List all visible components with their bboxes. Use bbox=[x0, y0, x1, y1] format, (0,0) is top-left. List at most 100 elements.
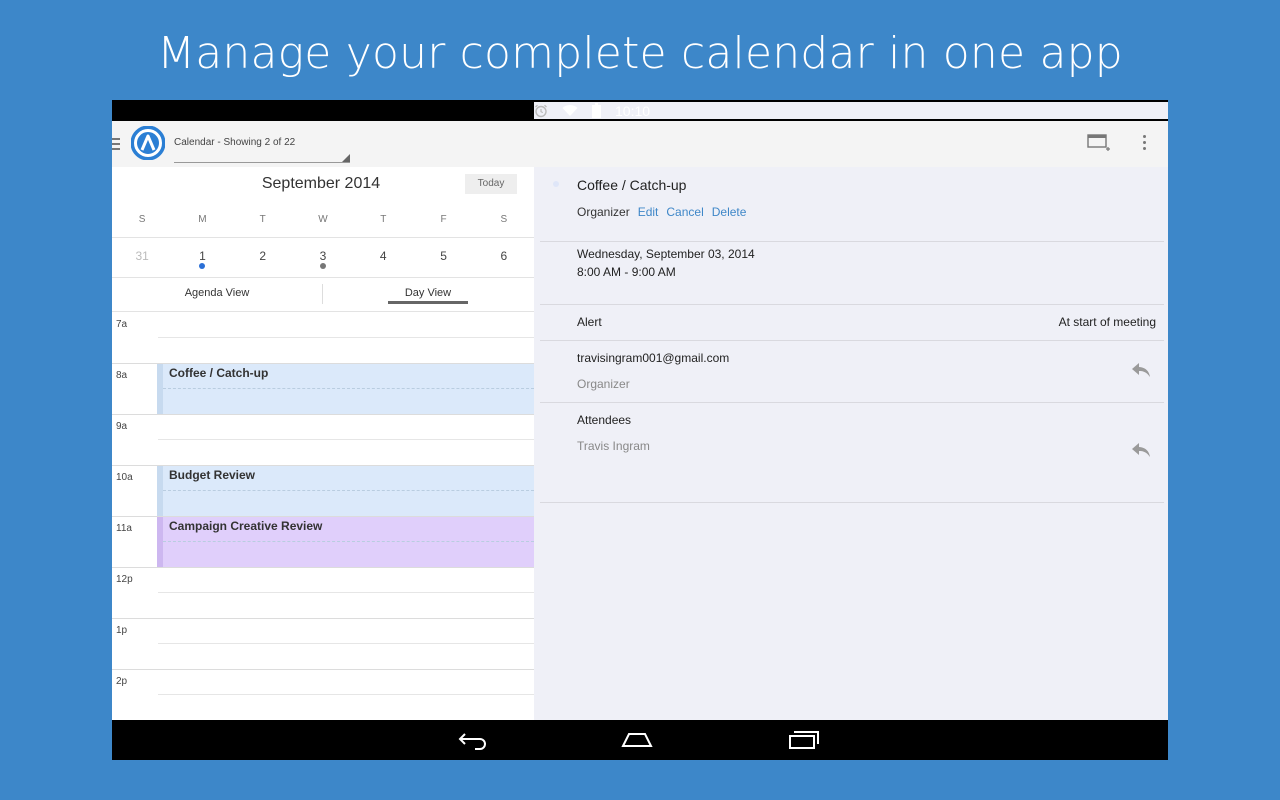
divider bbox=[540, 340, 1164, 341]
cancel-button[interactable]: Cancel bbox=[666, 205, 703, 219]
event-block-title: Budget Review bbox=[169, 468, 256, 482]
headline: Manage your complete calendar in one app bbox=[157, 28, 1123, 79]
app-bar: Calendar - Showing 2 of 22 bbox=[112, 121, 1168, 167]
hour-row[interactable]: 1p bbox=[112, 619, 534, 670]
overflow-menu-icon[interactable] bbox=[1143, 135, 1147, 153]
weekday-label: T bbox=[259, 214, 266, 225]
delete-button[interactable]: Delete bbox=[712, 205, 747, 219]
status-time: 10:10 bbox=[615, 102, 651, 119]
alert-label: Alert bbox=[577, 315, 602, 329]
weekday-label: W bbox=[318, 214, 328, 225]
divider bbox=[540, 502, 1164, 503]
week-days-row: 31 1 2 3 4 5 6 bbox=[112, 238, 534, 278]
hour-label: 10a bbox=[116, 472, 133, 483]
hour-row[interactable]: 2p bbox=[112, 670, 534, 720]
hour-row[interactable]: 9a bbox=[112, 415, 534, 466]
alert-value[interactable]: At start of meeting bbox=[1059, 315, 1156, 329]
event-actions: Organizer Edit Cancel Delete bbox=[577, 205, 746, 219]
day-number: 5 bbox=[440, 249, 447, 263]
event-indicator-dot bbox=[319, 263, 326, 269]
weekday-label: T bbox=[380, 214, 387, 225]
calendar-pane: September 2014 Today S M T W T F S 31 1 2 3… bbox=[112, 167, 534, 720]
day-cell[interactable]: 2 bbox=[233, 249, 293, 277]
event-block[interactable]: Campaign Creative Review bbox=[157, 517, 534, 567]
hour-label: 7a bbox=[116, 319, 128, 330]
day-cell[interactable]: 6 bbox=[474, 249, 534, 277]
day-timeline[interactable]: 7a 8a Coffee / Catch-up 9a 10a Budget Review 1… bbox=[112, 313, 534, 720]
day-number: 2 bbox=[259, 249, 267, 263]
organizer-email: travisingram001@gmail.com bbox=[577, 351, 730, 365]
weekday-header: S M T W T F S bbox=[112, 201, 534, 238]
weekday-label: M bbox=[198, 214, 207, 225]
app-logo-icon[interactable] bbox=[131, 126, 165, 160]
tab-agenda-view[interactable]: Agenda View bbox=[112, 287, 322, 299]
half-hour-line bbox=[158, 694, 534, 695]
hour-row[interactable]: 7a bbox=[112, 313, 534, 364]
half-hour-line bbox=[158, 643, 534, 644]
half-hour-line bbox=[163, 388, 534, 389]
hour-row[interactable]: 12p bbox=[112, 568, 534, 619]
half-hour-line bbox=[158, 439, 534, 440]
event-color-dot bbox=[553, 181, 559, 187]
tablet-screen: 10:10 Calendar - Showing 2 of 22 Septemb… bbox=[112, 100, 1168, 760]
hour-label: 9a bbox=[116, 421, 128, 432]
hour-label: 11a bbox=[116, 523, 132, 534]
event-indicator-dot bbox=[199, 263, 206, 269]
navigation-bar bbox=[112, 720, 1168, 760]
reply-icon[interactable] bbox=[1130, 361, 1152, 384]
half-hour-line bbox=[158, 592, 534, 593]
event-role: Organizer bbox=[577, 205, 630, 219]
weekday-label: F bbox=[440, 214, 447, 225]
edit-button[interactable]: Edit bbox=[638, 205, 659, 219]
event-title: Coffee / Catch-up bbox=[577, 177, 687, 193]
half-hour-line bbox=[163, 490, 534, 491]
add-window-icon[interactable] bbox=[1087, 133, 1111, 158]
event-block[interactable]: Coffee / Catch-up bbox=[157, 364, 534, 414]
weekday-label: S bbox=[500, 214, 508, 225]
wifi-icon bbox=[562, 104, 578, 117]
calendar-selector[interactable]: Calendar - Showing 2 of 22 bbox=[174, 137, 350, 163]
day-cell[interactable]: 3 bbox=[293, 249, 353, 277]
day-number: 6 bbox=[500, 249, 508, 263]
status-bar: 10:10 bbox=[112, 100, 1168, 121]
half-hour-line bbox=[158, 337, 534, 338]
dropdown-triangle-icon bbox=[342, 154, 350, 162]
attendees-label: Attendees bbox=[577, 413, 632, 427]
today-button[interactable]: Today bbox=[465, 174, 517, 194]
divider bbox=[540, 241, 1164, 242]
event-date: Wednesday, September 03, 2014 bbox=[577, 247, 755, 261]
reply-icon[interactable] bbox=[1130, 441, 1152, 464]
event-block-title: Coffee / Catch-up bbox=[169, 366, 269, 380]
organizer-role: Organizer bbox=[577, 377, 630, 391]
day-number: 3 bbox=[319, 249, 327, 263]
battery-icon bbox=[592, 103, 601, 118]
hamburger-icon[interactable] bbox=[112, 138, 120, 153]
day-number: 1 bbox=[199, 249, 206, 263]
event-time: 8:00 AM - 9:00 AM bbox=[577, 265, 676, 279]
half-hour-line bbox=[163, 541, 534, 542]
hour-label: 1p bbox=[116, 625, 128, 636]
hour-label: 8a bbox=[116, 370, 128, 381]
day-cell[interactable]: 5 bbox=[413, 249, 473, 277]
attendee-name: Travis Ingram bbox=[577, 439, 650, 453]
event-block-title: Campaign Creative Review bbox=[169, 519, 323, 533]
divider bbox=[540, 402, 1164, 403]
view-tabs: Agenda View Day View bbox=[112, 278, 534, 312]
tab-divider bbox=[322, 284, 323, 304]
hour-row[interactable]: 10a Budget Review bbox=[112, 466, 534, 517]
divider bbox=[540, 304, 1164, 305]
weekday-label: S bbox=[138, 214, 146, 225]
hour-row[interactable]: 11a Campaign Creative Review bbox=[112, 517, 534, 568]
hour-row[interactable]: 8a Coffee / Catch-up bbox=[112, 364, 534, 415]
day-number: 31 bbox=[135, 249, 149, 263]
hour-label: 2p bbox=[116, 676, 128, 687]
day-cell[interactable]: 1 bbox=[172, 249, 232, 277]
day-cell[interactable]: 4 bbox=[353, 249, 413, 277]
calendar-selector-label: Calendar - Showing 2 of 22 bbox=[174, 137, 296, 148]
day-cell[interactable]: 31 bbox=[112, 249, 172, 277]
event-block[interactable]: Budget Review bbox=[157, 466, 534, 516]
event-detail-pane: Coffee / Catch-up Organizer Edit Cancel … bbox=[534, 167, 1168, 720]
day-number: 4 bbox=[379, 249, 387, 263]
tab-day-view[interactable]: Day View bbox=[388, 287, 468, 304]
hour-label: 12p bbox=[116, 574, 133, 585]
